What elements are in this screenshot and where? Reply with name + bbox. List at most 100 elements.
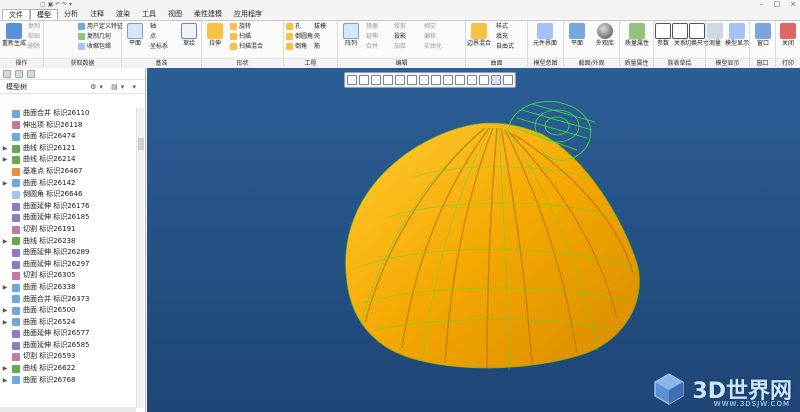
appearance-gallery-button[interactable]: 外观库: [592, 23, 618, 47]
tree-item[interactable]: ▶ 曲面 标识26500: [0, 305, 136, 317]
tab-model[interactable]: 模型: [30, 9, 58, 20]
rib-button[interactable]: 筋: [314, 42, 320, 51]
tab-flexible-modeling[interactable]: 柔性建模: [188, 9, 228, 20]
tree-item[interactable]: 曲面合并 标识26373: [0, 294, 136, 306]
tree-item[interactable]: 切割 标识26191: [0, 224, 136, 236]
tab-view[interactable]: 视图: [162, 9, 188, 20]
copy-geometry-button[interactable]: 复制几何: [78, 32, 111, 41]
expand-arrow-icon[interactable]: ▶: [0, 305, 10, 317]
tree-item[interactable]: 切割 标识26305: [0, 270, 136, 282]
paste-button[interactable]: 粘贴: [28, 32, 40, 41]
quick-access-toolbar[interactable]: ▢ ▣ ↶ ↷ ▾: [40, 1, 72, 8]
section-plane-button[interactable]: 平面: [564, 23, 590, 47]
tree-item[interactable]: ▶ 曲线 标识26214: [0, 154, 136, 166]
close-icon[interactable]: ×: [790, 0, 796, 8]
shell-body[interactable]: [345, 122, 640, 369]
boundary-blend-button[interactable]: 边界混合: [466, 23, 492, 47]
project-button[interactable]: 投影: [394, 32, 406, 41]
shrinkwrap-button[interactable]: 收缩包络: [78, 42, 111, 51]
chamfer-button[interactable]: 倒角: [286, 42, 307, 51]
delete-button[interactable]: 删除: [28, 42, 40, 51]
fill-button[interactable]: 填充: [496, 32, 508, 41]
tree-item[interactable]: 倒圆角 标识26646: [0, 189, 136, 201]
tree-item[interactable]: 伸出项 标识26118: [0, 120, 136, 132]
shell-model[interactable]: [147, 68, 800, 412]
tab-applications[interactable]: 应用程序: [228, 9, 268, 20]
tree-item[interactable]: ▶ 曲线 标识26622: [0, 363, 136, 375]
tab-render[interactable]: 渲染: [110, 9, 136, 20]
mirror-button[interactable]: 镜像: [366, 22, 378, 31]
tree-item[interactable]: 曲面延伸 标识26577: [0, 328, 136, 340]
offset-button[interactable]: 偏移: [424, 32, 436, 41]
solidify-button[interactable]: 实体化: [424, 42, 442, 51]
swept-blend-button[interactable]: 扫描混合: [230, 42, 263, 51]
tree-item[interactable]: ▶ 曲面 标识26338: [0, 282, 136, 294]
model-display-button[interactable]: 模型显示: [724, 23, 750, 47]
tree-scrollbar[interactable]: [136, 108, 144, 408]
shell-button[interactable]: 壳: [314, 32, 320, 41]
pattern-button[interactable]: 阵列: [338, 23, 364, 47]
udf-button[interactable]: 用户定义特征: [78, 22, 123, 31]
draft-button[interactable]: 拔模: [314, 22, 326, 31]
point-button[interactable]: 点: [150, 32, 156, 41]
minimize-icon[interactable]: –: [760, 0, 764, 8]
tree-item[interactable]: ▶ 曲面 标识26768: [0, 375, 136, 387]
expand-arrow-icon[interactable]: ▶: [0, 317, 10, 329]
freestyle-button[interactable]: 自由式: [496, 42, 514, 51]
sweep-button[interactable]: 扫描: [230, 32, 251, 41]
expand-arrow-icon[interactable]: ▶: [0, 363, 10, 375]
tree-item[interactable]: 曲面合并 标识26110: [0, 108, 136, 120]
scroll-thumb[interactable]: [138, 138, 144, 150]
extend-button[interactable]: 延伸: [366, 32, 378, 41]
round-button[interactable]: 倒圆角: [286, 32, 313, 41]
expand-arrow-icon[interactable]: ▶: [0, 282, 10, 294]
copy-button[interactable]: 复制: [28, 22, 40, 31]
tree-item[interactable]: ▶ 曲面 标识26142: [0, 178, 136, 190]
hole-button[interactable]: 孔: [286, 22, 301, 31]
tree-item[interactable]: 曲面延伸 标识26585: [0, 340, 136, 352]
maximize-icon[interactable]: □: [774, 0, 781, 8]
tab-annotate[interactable]: 注释: [84, 9, 110, 20]
tab-tools[interactable]: 工具: [136, 9, 162, 20]
style-button[interactable]: 样式: [496, 22, 508, 31]
expand-arrow-icon[interactable]: ▶: [0, 178, 10, 190]
csys-button[interactable]: 坐标系: [150, 42, 168, 51]
tree-item[interactable]: 曲面延伸 标识26176: [0, 201, 136, 213]
regenerate-button[interactable]: 重新生成: [1, 23, 27, 47]
intersect-button[interactable]: 相交: [424, 22, 436, 31]
tree-item[interactable]: 曲面延伸 标识26289: [0, 247, 136, 259]
tree-item[interactable]: 切割 标识26593: [0, 351, 136, 363]
revolve-button[interactable]: 旋转: [230, 22, 251, 31]
expand-arrow-icon[interactable]: ▶: [0, 154, 10, 166]
window-button[interactable]: 窗口: [750, 23, 776, 47]
close-window-button[interactable]: 关闭: [775, 23, 800, 47]
feature-icon: [12, 237, 20, 246]
trim-button[interactable]: 修剪: [394, 22, 406, 31]
expand-arrow-icon[interactable]: ▶: [0, 375, 10, 387]
mass-properties-button[interactable]: 质量属性: [624, 23, 650, 47]
expand-arrow-icon[interactable]: ▶: [0, 236, 10, 248]
tree-item[interactable]: 曲面延伸 标识26185: [0, 212, 136, 224]
axis-button[interactable]: 轴: [150, 22, 156, 31]
tree-item[interactable]: 曲面延伸 标识26297: [0, 259, 136, 271]
tree-item[interactable]: ▶ 曲面 标识26524: [0, 317, 136, 329]
expand-arrow-icon[interactable]: ▶: [0, 143, 10, 155]
component-interface-button[interactable]: 元件界面: [532, 23, 558, 47]
extrude-button[interactable]: 拉伸: [202, 23, 228, 47]
tree-item[interactable]: 曲面 标识26474: [0, 131, 136, 143]
folder-browser-tab-icon[interactable]: [15, 70, 23, 78]
tree-item[interactable]: ▶ 曲线 标识26238: [0, 236, 136, 248]
tab-analysis[interactable]: 分析: [58, 9, 84, 20]
tree-horizontal-scrollbar[interactable]: [0, 407, 136, 412]
tree-settings-icon[interactable]: ⚙▾ ▤▾ ▾: [90, 83, 139, 91]
plane-button[interactable]: 平面: [122, 23, 148, 47]
thicken-button[interactable]: 加厚: [394, 42, 406, 51]
favorites-tab-icon[interactable]: [27, 70, 35, 78]
sketch-button[interactable]: 草绘: [176, 23, 202, 47]
merge-button[interactable]: 合并: [366, 42, 378, 51]
tree-item[interactable]: 基准点 标识26467: [0, 166, 136, 178]
tab-file[interactable]: 文件: [2, 9, 30, 20]
model-tree-tab-icon[interactable]: [3, 70, 11, 78]
tree-item[interactable]: ▶ 曲线 标识26121: [0, 143, 136, 155]
graphics-window[interactable]: 3D世界网 WWW.3DSJW.COM: [147, 68, 800, 412]
